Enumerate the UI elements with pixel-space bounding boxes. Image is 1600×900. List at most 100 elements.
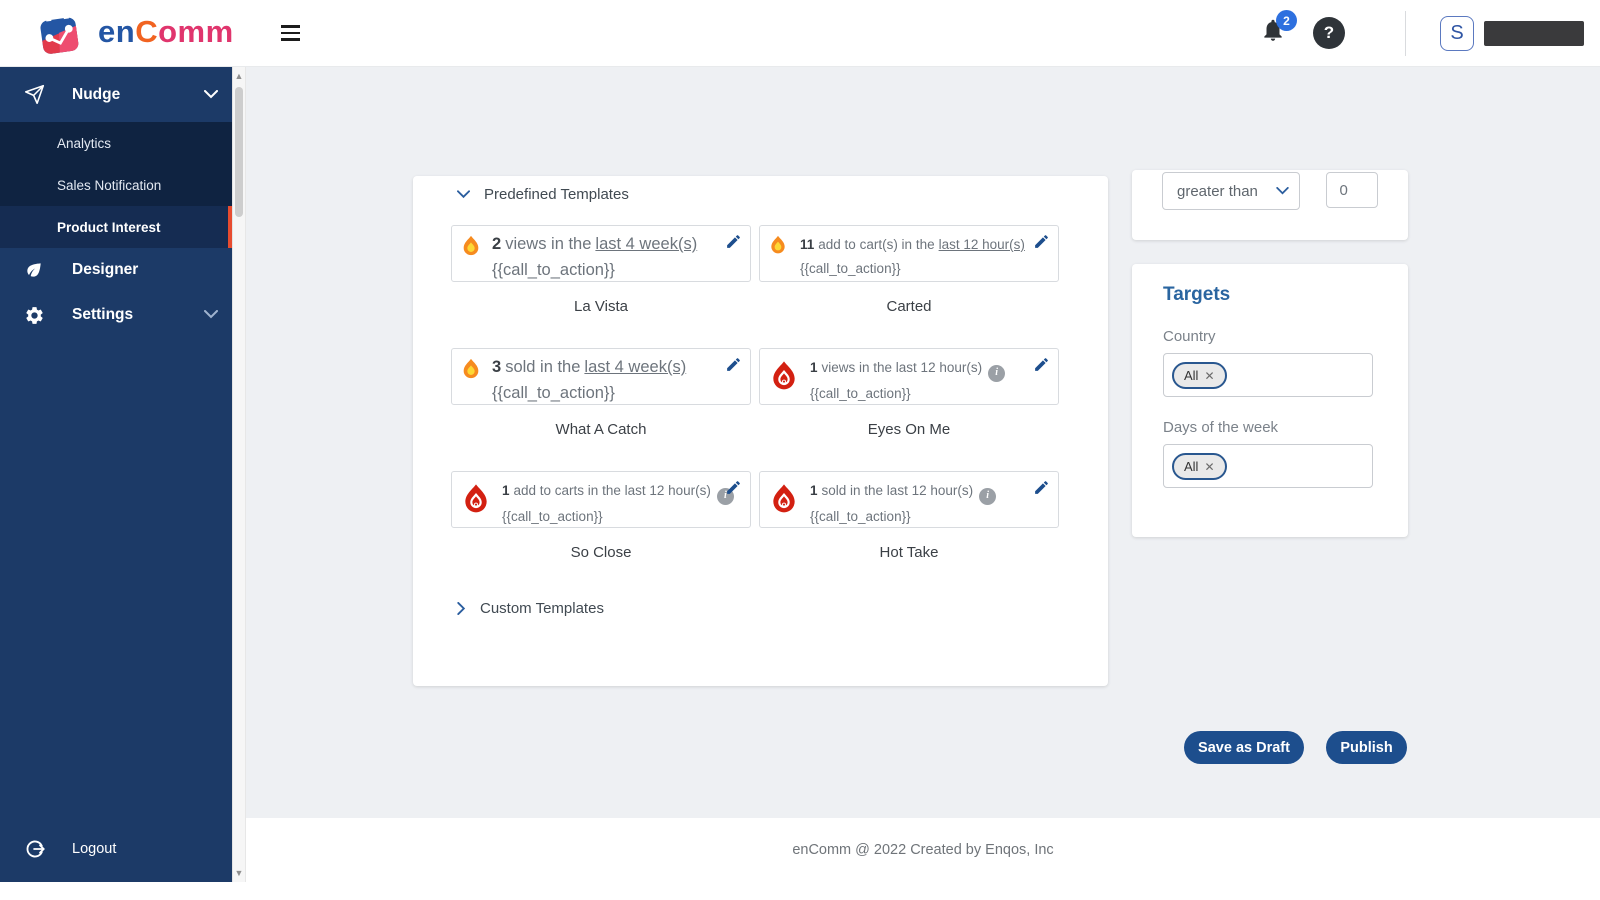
hamburger-menu-icon[interactable] (281, 25, 301, 42)
header-divider (1405, 11, 1406, 56)
template-text: sold in the (505, 358, 580, 376)
template-card-hot-take[interactable]: 1sold in the last 12 hour(s)i {{call_to_… (759, 471, 1059, 528)
nudge-submenu: Analytics Sales Notification Product Int… (0, 122, 232, 248)
call-to-action-placeholder: {{call_to_action}} (492, 380, 720, 406)
count-value: 11 (800, 237, 814, 252)
scrollbar-thumb[interactable] (235, 87, 243, 217)
sidebar-item-settings[interactable]: Settings (0, 292, 232, 338)
sidebar-item-label: Designer (72, 261, 138, 279)
count-value: 1 (810, 360, 818, 375)
chevron-right-icon (457, 602, 466, 615)
chip-label: All (1184, 459, 1198, 474)
targets-panel: Targets Country All ✕ Days of the week Al… (1132, 264, 1408, 537)
template-text: views in the (505, 235, 591, 253)
templates-panel: Predefined Templates 2views in thelast 4… (413, 176, 1108, 686)
chip-label: All (1184, 368, 1198, 383)
logout-icon (24, 838, 46, 860)
rule-panel: greater than 0 (1132, 170, 1408, 240)
template-name: What A Catch (451, 421, 751, 438)
timeframe-link[interactable]: last 4 week(s) (595, 235, 697, 253)
call-to-action-placeholder: {{call_to_action}} (502, 505, 720, 529)
count-value: 1 (502, 483, 510, 498)
template-card-so-close[interactable]: 1add to carts in the last 12 hour(s)i {{… (451, 471, 751, 528)
logo-wordmark: enComm (98, 14, 234, 50)
operator-value: greater than (1177, 183, 1258, 200)
custom-templates-toggle[interactable]: Custom Templates (451, 600, 1059, 617)
publish-button[interactable]: Publish (1326, 731, 1407, 764)
country-field[interactable]: All ✕ (1163, 353, 1373, 397)
call-to-action-placeholder: {{call_to_action}} (492, 257, 720, 283)
sidebar-item-nudge[interactable]: Nudge (0, 67, 232, 122)
notification-count-badge: 2 (1276, 10, 1297, 31)
days-chip: All ✕ (1172, 453, 1227, 480)
template-text: views in the last 12 hour(s) (822, 360, 983, 375)
avatar-initial: S (1450, 22, 1463, 45)
chip-remove-icon[interactable]: ✕ (1204, 460, 1214, 474)
sidebar-item-logout[interactable]: Logout (0, 826, 232, 872)
targets-title: Targets (1163, 284, 1408, 306)
app-logo[interactable]: enComm (28, 5, 234, 59)
template-name: La Vista (451, 298, 751, 315)
template-name: Carted (759, 298, 1059, 315)
notifications-button[interactable]: 2 (1260, 17, 1296, 53)
sidebar-item-label: Analytics (57, 136, 111, 151)
chevron-down-icon (457, 190, 470, 199)
send-icon (24, 84, 46, 106)
chevron-down-icon (204, 86, 218, 104)
template-cell: 3sold in thelast 4 week(s) {{call_to_act… (451, 348, 751, 438)
scroll-up-arrow-icon[interactable]: ▲ (233, 69, 245, 83)
threshold-input[interactable]: 0 (1326, 172, 1378, 208)
call-to-action-placeholder: {{call_to_action}} (810, 505, 1028, 529)
count-value: 3 (492, 358, 501, 376)
country-label: Country (1163, 328, 1408, 345)
info-icon[interactable]: i (988, 365, 1005, 382)
template-card-carted[interactable]: 11add to cart(s) in thelast 12 hour(s) {… (759, 225, 1059, 282)
sidebar-item-analytics[interactable]: Analytics (0, 122, 232, 164)
days-of-week-field[interactable]: All ✕ (1163, 444, 1373, 488)
timeframe-link[interactable]: last 4 week(s) (584, 358, 686, 376)
sidebar-item-product-interest[interactable]: Product Interest (0, 206, 232, 248)
count-value: 2 (492, 235, 501, 253)
threshold-value: 0 (1339, 182, 1347, 199)
template-cell: 11add to cart(s) in thelast 12 hour(s) {… (759, 225, 1059, 315)
sidebar-item-label: Nudge (72, 86, 120, 104)
edit-pencil-icon[interactable] (725, 479, 742, 499)
call-to-action-placeholder: {{call_to_action}} (800, 257, 1028, 281)
help-button[interactable]: ? (1313, 17, 1345, 49)
info-icon[interactable]: i (979, 488, 996, 505)
days-of-week-label: Days of the week (1163, 419, 1408, 436)
template-card-eyes-on-me[interactable]: 1views in the last 12 hour(s)i {{call_to… (759, 348, 1059, 405)
template-name: So Close (451, 544, 751, 561)
copyright-text: enComm @ 2022 Created by Enqos, Inc (792, 842, 1053, 858)
predefined-templates-toggle[interactable]: Predefined Templates (451, 186, 1059, 203)
fire-icon (460, 358, 482, 385)
chip-remove-icon[interactable]: ✕ (1204, 369, 1214, 383)
fire-icon (460, 235, 482, 262)
timeframe-link[interactable]: last 12 hour(s) (939, 237, 1025, 252)
save-as-draft-button[interactable]: Save as Draft (1184, 731, 1304, 764)
flame-icon (768, 483, 800, 518)
leaf-icon (24, 259, 46, 281)
scroll-down-arrow-icon[interactable]: ▼ (233, 866, 245, 880)
edit-pencil-icon[interactable] (725, 233, 742, 255)
sidebar-item-designer[interactable]: Designer (0, 248, 232, 292)
page-footer: enComm @ 2022 Created by Enqos, Inc (246, 818, 1600, 882)
sidebar-item-label: Product Interest (57, 220, 161, 235)
template-text: add to carts in the last 12 hour(s) (514, 483, 711, 498)
user-avatar[interactable]: S (1440, 16, 1474, 51)
template-card-what-a-catch[interactable]: 3sold in thelast 4 week(s) {{call_to_act… (451, 348, 751, 405)
template-cell: 1add to carts in the last 12 hour(s)i {{… (451, 471, 751, 561)
template-card-la-vista[interactable]: 2views in thelast 4 week(s) {{call_to_ac… (451, 225, 751, 282)
sidebar-nav: Nudge Analytics Sales Notification Produ… (0, 67, 232, 882)
edit-pencil-icon[interactable] (725, 356, 742, 378)
scrollbar[interactable]: ▲ ▼ (232, 67, 246, 882)
edit-pencil-icon[interactable] (1033, 356, 1050, 376)
sidebar-item-sales-notification[interactable]: Sales Notification (0, 164, 232, 206)
section-title: Predefined Templates (484, 186, 629, 203)
count-value: 1 (810, 483, 818, 498)
edit-pencil-icon[interactable] (1033, 233, 1050, 253)
sidebar-item-label: Settings (72, 306, 133, 324)
chevron-down-icon (1276, 187, 1289, 195)
operator-select[interactable]: greater than (1162, 172, 1300, 210)
edit-pencil-icon[interactable] (1033, 479, 1050, 499)
